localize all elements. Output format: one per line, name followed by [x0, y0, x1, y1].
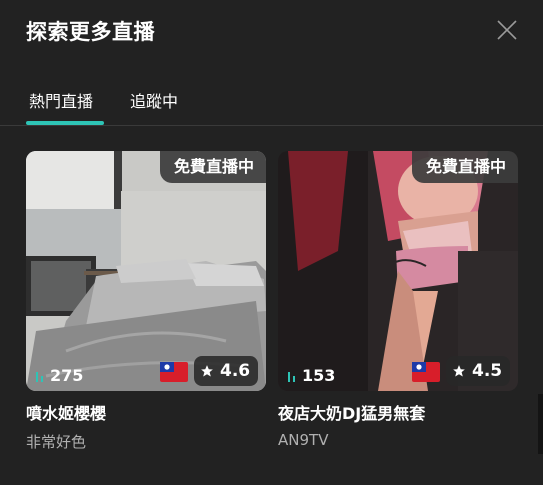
stream-title[interactable]: 夜店大奶DJ猛男無套 — [278, 400, 518, 424]
star-icon — [201, 365, 213, 377]
close-button[interactable] — [496, 19, 518, 41]
free-live-badge: 免費直播中 — [411, 151, 518, 183]
stream-title[interactable]: 噴水姬櫻櫻 — [26, 400, 266, 424]
rating-badge: 4.5 — [446, 356, 511, 386]
viewer-count: 153 — [288, 366, 335, 385]
rating-value: 4.5 — [472, 361, 503, 381]
viewer-count-value: 275 — [50, 366, 84, 385]
stream-thumbnail[interactable]: 免費直播中 275 4.6 — [26, 151, 266, 391]
streamer-name[interactable]: 非常好色 — [26, 431, 266, 452]
rating-badge: 4.6 — [194, 356, 259, 386]
streamer-name[interactable]: AN9TV — [278, 431, 518, 449]
stream-card[interactable]: 免費直播中 153 4.5 夜店大奶DJ猛男無套 AN9TV — [278, 151, 518, 449]
taiwan-flag-icon — [412, 362, 440, 382]
bedroom-scene-image — [26, 151, 266, 391]
close-icon — [497, 20, 517, 40]
panel-title: 探索更多直播 — [26, 20, 155, 44]
stream-card[interactable]: 免費直播中 275 4.6 噴水姬櫻櫻 非常好色 — [26, 151, 266, 452]
taiwan-flag-icon — [160, 362, 188, 382]
live-signal-icon — [288, 372, 295, 382]
tab-popular-live[interactable]: 熱門直播 — [29, 88, 93, 112]
dj-stream-scene-image — [278, 151, 518, 391]
tabs-divider — [0, 125, 543, 126]
live-signal-icon — [36, 372, 43, 382]
free-live-badge: 免費直播中 — [159, 151, 266, 183]
viewer-count-value: 153 — [302, 366, 336, 385]
rating-value: 4.6 — [220, 361, 251, 381]
star-icon — [453, 365, 465, 377]
stream-thumbnail[interactable]: 免費直播中 153 4.5 — [278, 151, 518, 391]
scrollbar[interactable] — [538, 394, 543, 454]
tab-following[interactable]: 追蹤中 — [130, 88, 178, 112]
explore-live-panel: 探索更多直播 熱門直播 追蹤中 免費直播中 275 4.6 噴水姬櫻櫻 非常好色… — [0, 0, 543, 485]
viewer-count: 275 — [36, 366, 83, 385]
